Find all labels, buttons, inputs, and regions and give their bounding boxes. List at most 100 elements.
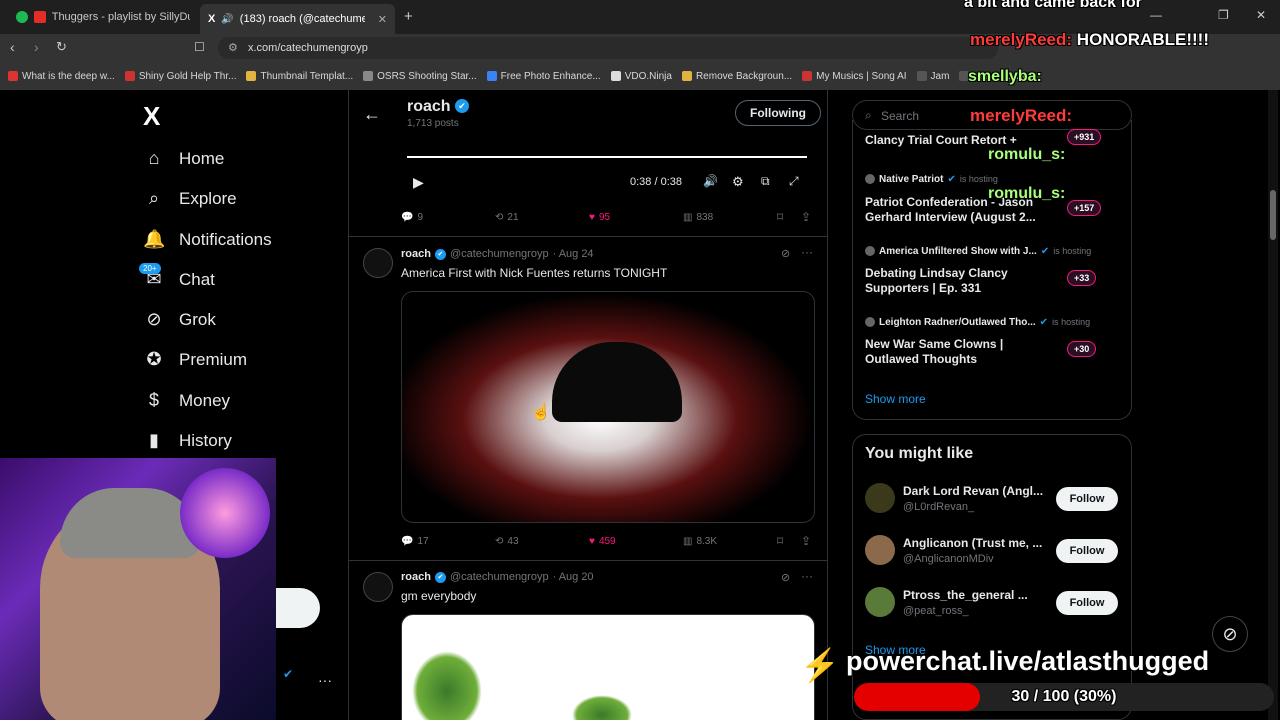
reload-icon[interactable]: ↻ [56, 39, 67, 55]
avatar[interactable] [865, 483, 895, 513]
suggested-user-handle[interactable]: @peat_ross_ [903, 605, 969, 617]
lamp-glow [180, 468, 270, 558]
post-text: America First with Nick Fuentes returns … [401, 266, 668, 280]
avatar[interactable] [865, 535, 895, 565]
back-icon[interactable]: ‹ [10, 39, 15, 55]
space-title[interactable]: Debating Lindsay Clancy Supporters | Ep.… [865, 266, 1055, 296]
forward-icon[interactable]: › [34, 39, 39, 55]
bookmark-item[interactable]: Remove Backgroun... [681, 71, 792, 82]
divider [349, 236, 827, 237]
maximize-icon[interactable]: ❐ [1218, 8, 1229, 22]
chat-message: romulu_s: [988, 146, 1065, 164]
bookmark-item[interactable]: Jam [916, 71, 949, 82]
show-more-link[interactable]: Show more [865, 392, 926, 406]
x-logo[interactable]: X [143, 101, 160, 132]
space-title[interactable]: New War Same Clowns | Outlawed Thoughts [865, 337, 1055, 367]
fullscreen-icon[interactable]: ⤢ [789, 174, 799, 189]
nav-home[interactable]: ⌂ Home [143, 148, 225, 169]
search-icon: ⌕ [148, 188, 160, 208]
share-icon[interactable]: ⇪ [801, 210, 811, 224]
post-author[interactable]: roach [401, 248, 431, 260]
bookmark-icon[interactable]: ⌑ [777, 210, 783, 224]
avatar[interactable] [363, 248, 393, 278]
more-icon[interactable]: ··· [318, 672, 332, 688]
post-handle[interactable]: @catechumengroyp [450, 571, 549, 583]
new-tab-icon[interactable]: + [404, 8, 413, 25]
post-button[interactable] [276, 588, 320, 628]
streamer-cap [60, 488, 200, 558]
minimize-icon[interactable]: — [1150, 8, 1162, 22]
space-host: America Unfiltered Show with J... [879, 246, 1037, 257]
repost-button[interactable]: ⟲ 43 [495, 536, 519, 547]
follow-button[interactable]: Follow [1056, 487, 1118, 511]
bookmark-item[interactable]: My Musics | Song AI [802, 71, 907, 82]
bookmark-page-icon[interactable]: ☐ [194, 40, 205, 54]
nav-money[interactable]: $ Money [143, 390, 230, 411]
views-button[interactable]: ▥ 838 [683, 212, 713, 223]
url-field[interactable]: ⚙ x.com/catechumengroyp [218, 37, 998, 59]
reply-button[interactable]: 💬 9 [401, 212, 423, 223]
repost-button[interactable]: ⟲ 21 [495, 212, 519, 223]
back-arrow-icon[interactable]: ← [363, 104, 381, 125]
more-icon[interactable]: ··· [801, 569, 813, 583]
grok-icon[interactable]: ⊘ [781, 571, 790, 584]
tab-x-roach[interactable]: X 🔊 (183) roach (@catechumengr ✕ [200, 4, 395, 34]
suggested-user-name[interactable]: Ptross_the_general ... [903, 588, 1053, 602]
tab-playlist[interactable]: Thuggers - playlist by SillyDuckS [8, 6, 198, 28]
nav-label: Grok [179, 309, 216, 329]
bookmark-item[interactable]: Thumbnail Templat... [246, 71, 353, 82]
suggested-user-handle[interactable]: @AnglicanonMDiv [903, 553, 994, 565]
suggested-user-name[interactable]: Dark Lord Revan (Angl... [903, 484, 1053, 498]
bookmark-icon[interactable]: ⌑ [777, 534, 783, 548]
close-window-icon[interactable]: ✕ [1256, 8, 1266, 22]
pip-icon[interactable]: ⧉ [761, 174, 770, 189]
goal-progress-bar: 30 / 100 (30%) [854, 683, 1274, 711]
like-button[interactable]: ♥ 459 [589, 536, 616, 547]
post-date[interactable]: · Aug 20 [553, 571, 594, 583]
suggested-user-name[interactable]: Anglicanon (Trust me, ... [903, 536, 1053, 550]
grok-floating-icon[interactable]: ⊘ [1212, 616, 1248, 652]
close-tab-icon[interactable]: ✕ [378, 13, 387, 26]
grok-icon[interactable]: ⊘ [781, 247, 790, 260]
avatar[interactable] [865, 587, 895, 617]
nav-history[interactable]: ▮ History [143, 430, 232, 451]
bookmark-item[interactable]: What is the deep w... [8, 71, 115, 82]
settings-icon[interactable]: ⚙ [732, 174, 744, 190]
nav-explore[interactable]: ⌕ Explore [143, 188, 237, 209]
follow-button[interactable]: Follow [1056, 539, 1118, 563]
like-button[interactable]: ♥ 95 [589, 212, 610, 223]
post-image[interactable] [401, 614, 815, 720]
avatar[interactable] [363, 572, 393, 602]
post-handle[interactable]: @catechumengroyp [450, 248, 549, 260]
repost-count: 43 [507, 536, 519, 547]
reply-button[interactable]: 💬 17 [401, 536, 429, 547]
bookmark-item[interactable]: Shiny Gold Help Thr... [124, 71, 236, 82]
overlay-top-text: a bit and came back for [964, 0, 1142, 11]
post-date[interactable]: · Aug 24 [553, 248, 594, 260]
more-icon[interactable]: ··· [801, 245, 813, 259]
views-icon: ▥ [683, 536, 693, 547]
post-image[interactable] [401, 291, 815, 523]
bookmark-item[interactable]: OSRS Shooting Star... [363, 71, 477, 82]
bookmark-item[interactable]: VDO.Ninja [610, 71, 672, 82]
nav-premium[interactable]: ✪ Premium [143, 349, 247, 370]
views-icon: ▥ [683, 212, 693, 223]
home-icon: ⌂ [148, 148, 160, 168]
nav-notifications[interactable]: 🔔 Notifications [143, 229, 272, 250]
following-button[interactable]: Following [735, 100, 821, 126]
share-icon[interactable]: ⇪ [801, 534, 811, 548]
bookmark-item[interactable]: Free Photo Enhance... [486, 71, 601, 82]
nav-grok[interactable]: ⊘ Grok [143, 309, 216, 330]
volume-icon[interactable]: 🔊 [703, 174, 718, 188]
video-progress-bar[interactable] [407, 156, 807, 158]
space-title[interactable]: Clancy Trial Court Retort + [865, 133, 1065, 147]
follow-button[interactable]: Follow [1056, 591, 1118, 615]
play-icon[interactable]: ▶ [413, 174, 424, 191]
suggested-user-handle[interactable]: @L0rdRevan_ [903, 501, 974, 513]
views-button[interactable]: ▥ 8.3K [683, 536, 717, 547]
chat-message: merelyReed: HONORABLE!!!! [970, 30, 1209, 50]
scrollbar-thumb[interactable] [1270, 190, 1276, 240]
page-scrollbar[interactable] [1268, 90, 1278, 720]
site-info-icon[interactable]: ⚙ [228, 41, 238, 54]
post-author[interactable]: roach [401, 571, 431, 583]
